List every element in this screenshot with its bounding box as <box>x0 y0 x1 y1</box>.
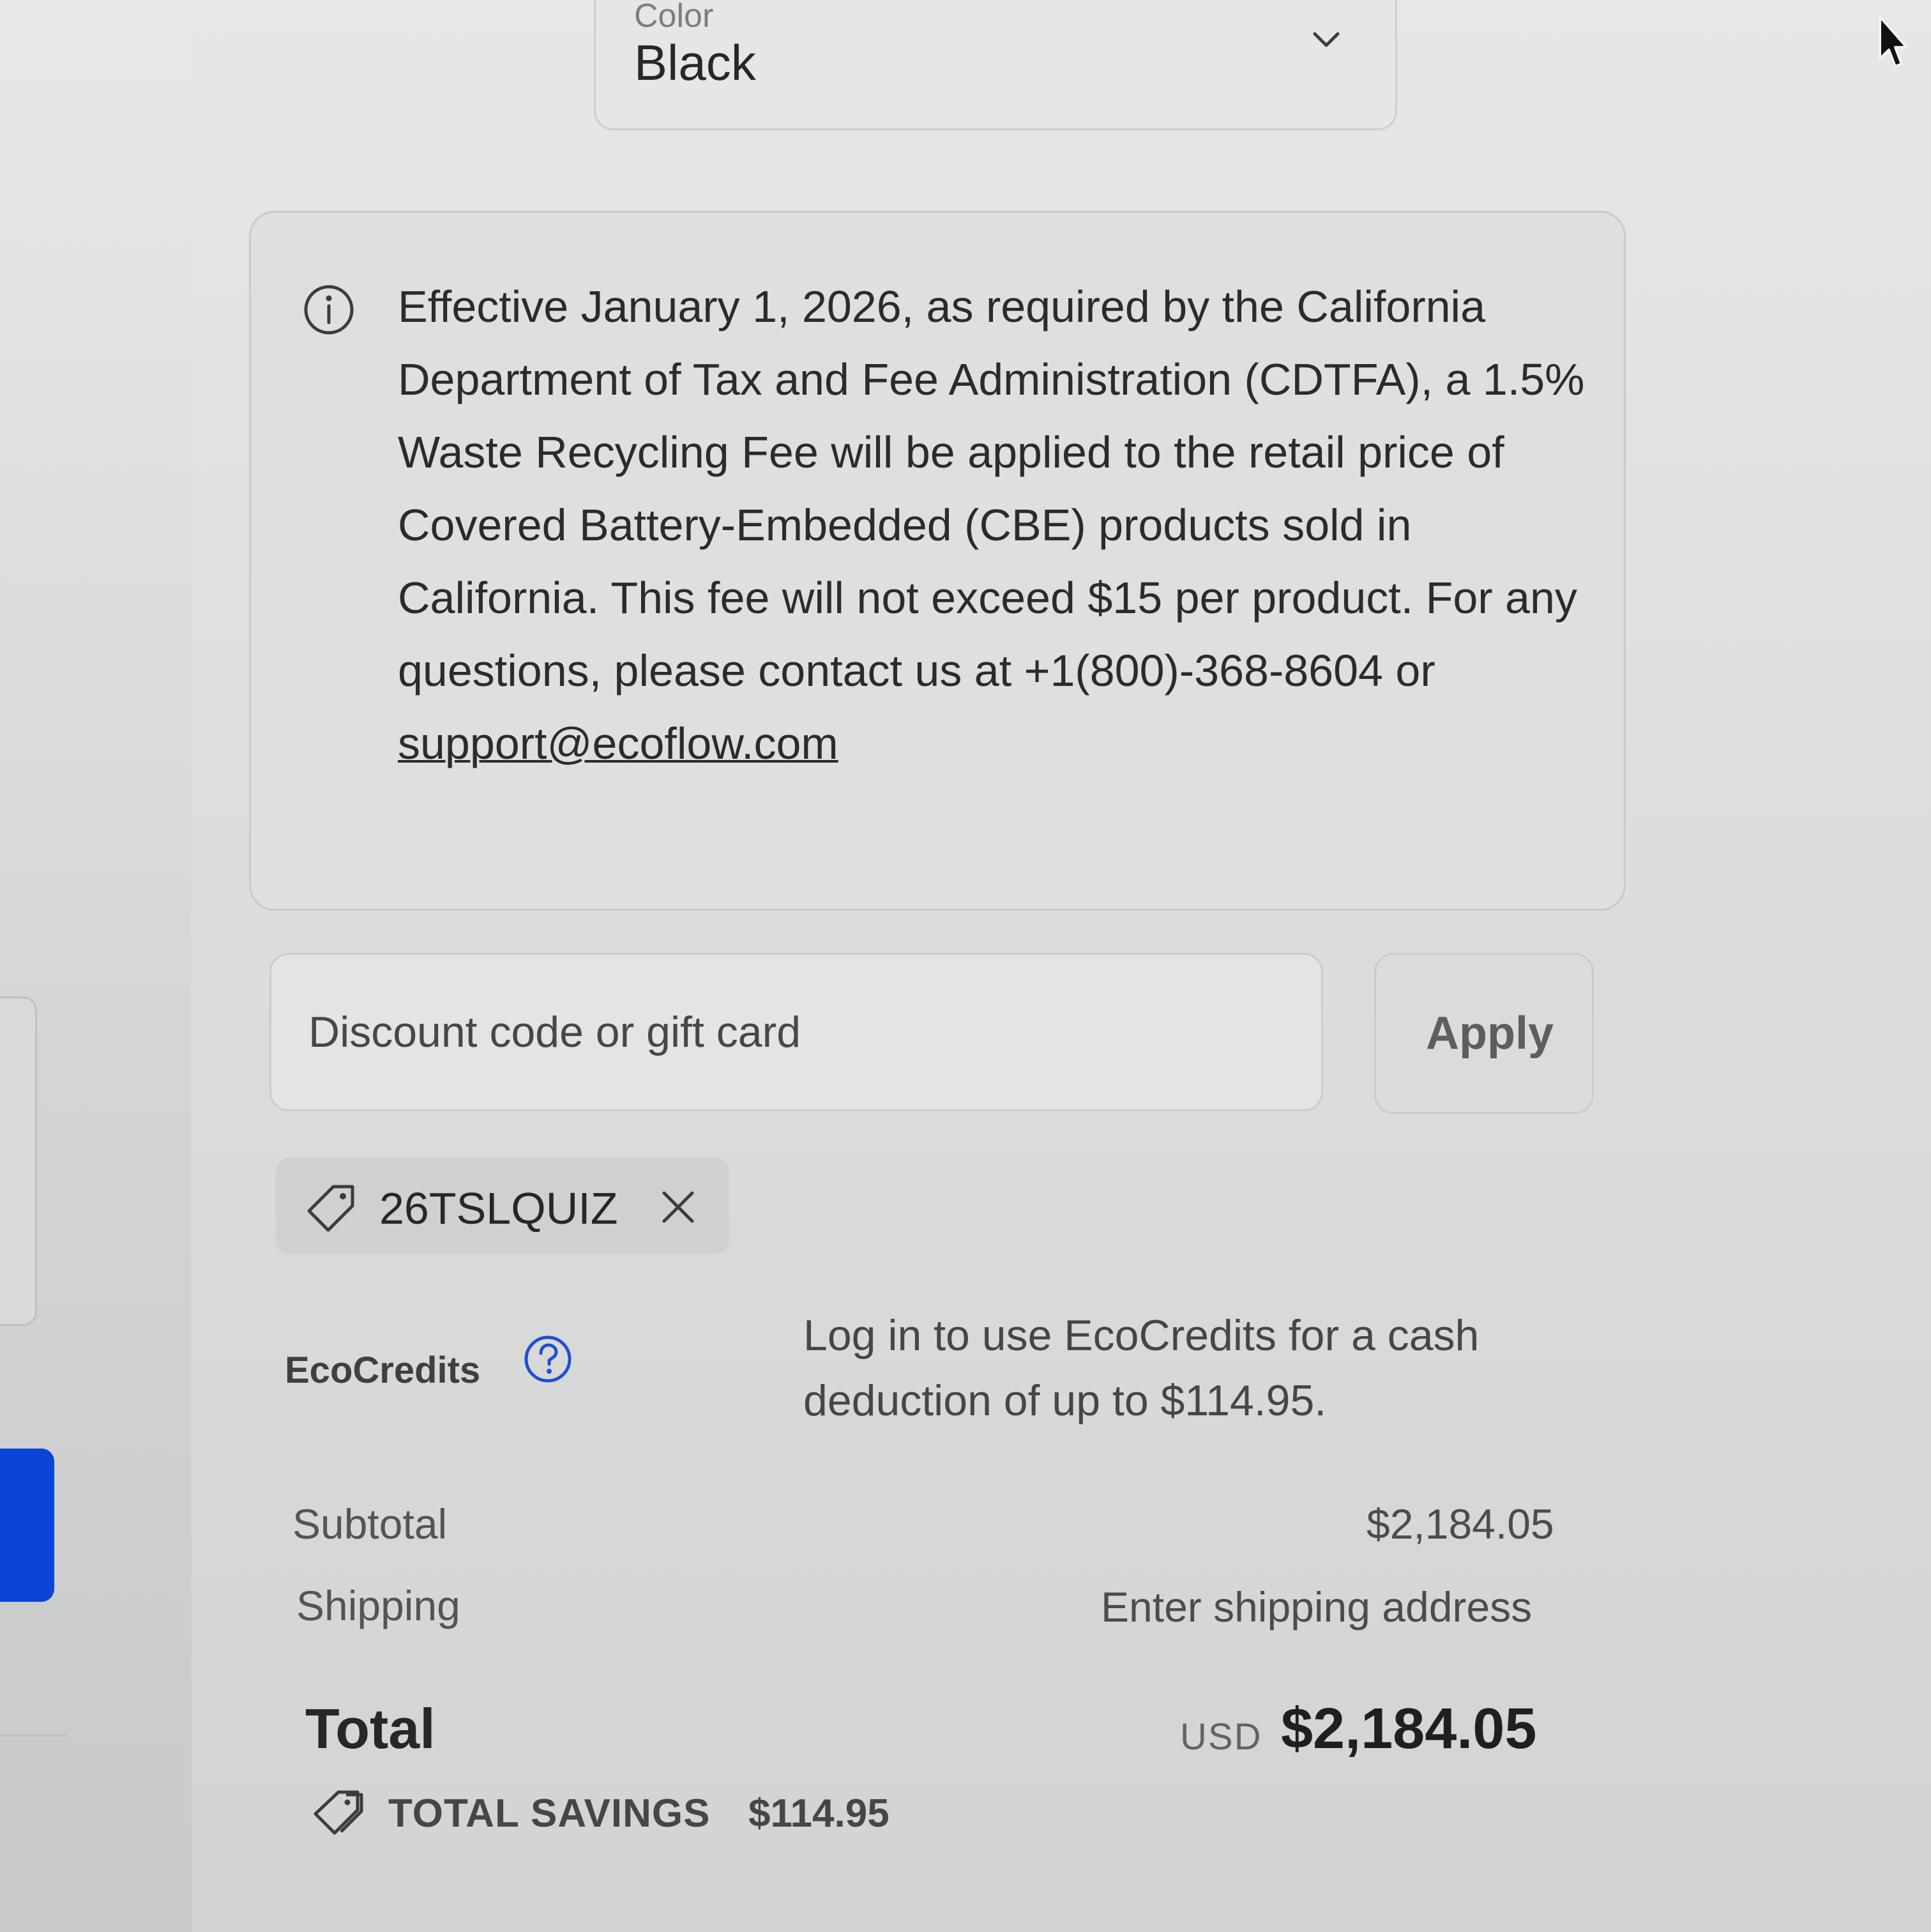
coupon-code: 26TSLQUIZ <box>379 1183 618 1233</box>
divider <box>0 1735 66 1737</box>
checkout-button-edge[interactable] <box>0 1449 54 1602</box>
total-label: Total <box>305 1697 435 1760</box>
shipping-label: Shipping <box>296 1582 460 1629</box>
total-savings-label: TOTAL SAVINGS <box>388 1791 711 1836</box>
left-panel <box>0 0 193 1932</box>
notice-body: Effective January 1, 2026, as required b… <box>398 282 1585 696</box>
question-circle-icon[interactable] <box>522 1334 573 1385</box>
notice-text: Effective January 1, 2026, as required b… <box>398 270 1592 780</box>
ecocredits-login-text[interactable]: Log in to use EcoCredits for a cash dedu… <box>803 1303 1570 1433</box>
shipping-value: Enter shipping address <box>1101 1583 1533 1631</box>
support-email-link[interactable]: support@ecoflow.com <box>398 719 838 768</box>
cbe-fee-notice: Effective January 1, 2026, as required b… <box>249 211 1626 911</box>
color-select[interactable]: Color Black <box>594 0 1397 130</box>
subtotal-value: $2,184.05 <box>1367 1500 1554 1548</box>
color-select-label: Color <box>634 0 714 34</box>
close-icon[interactable] <box>659 1188 697 1226</box>
ecocredits-label: EcoCredits <box>285 1350 481 1391</box>
savings-tag-icon <box>314 1790 363 1835</box>
total-value: $2,184.05 <box>1281 1697 1537 1761</box>
subtotal-label: Subtotal <box>292 1500 448 1548</box>
color-select-value: Black <box>634 34 756 91</box>
chevron-down-icon <box>1313 32 1340 47</box>
product-card-edge <box>0 996 37 1326</box>
tag-icon <box>307 1185 354 1232</box>
currency-code: USD <box>1180 1716 1262 1758</box>
apply-button[interactable]: Apply <box>1374 953 1594 1114</box>
applied-coupon-chip: 26TSLQUIZ <box>276 1157 729 1254</box>
mouse-cursor-icon <box>1879 15 1908 68</box>
info-icon <box>304 285 354 335</box>
total-savings-value: $114.95 <box>748 1791 890 1836</box>
discount-code-input[interactable] <box>269 953 1323 1111</box>
